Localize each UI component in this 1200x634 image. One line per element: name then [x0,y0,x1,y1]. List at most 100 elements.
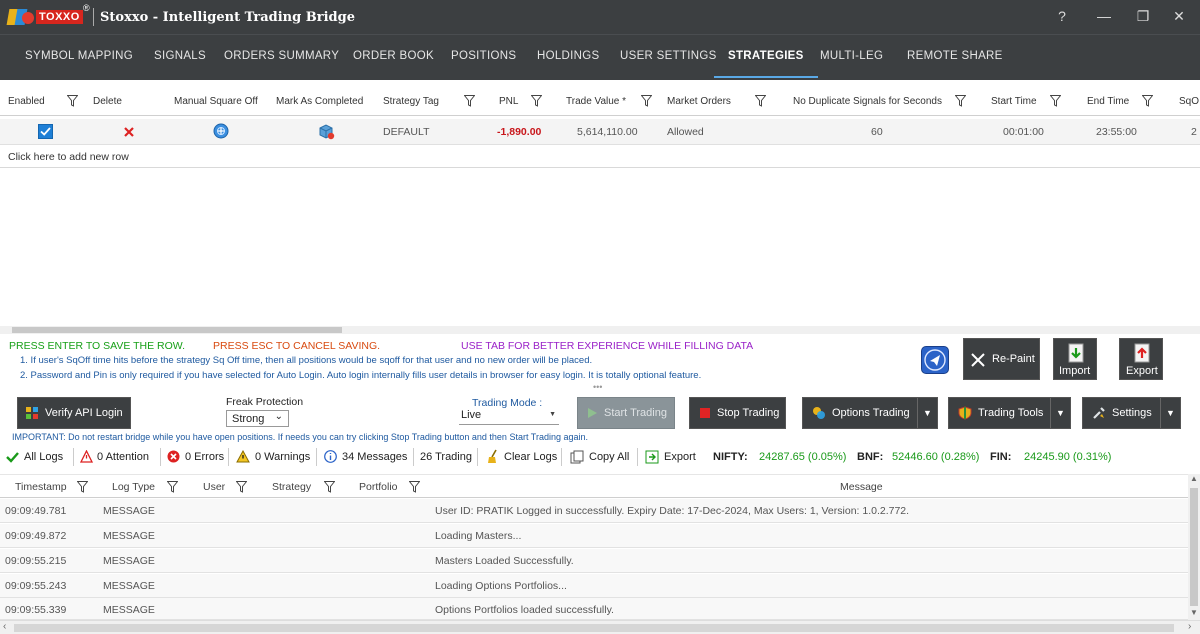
col-start-time[interactable]: Start Time [991,96,1037,107]
filter-icon[interactable] [1050,95,1061,107]
tab-remote-share[interactable]: REMOTE SHARE [907,50,1003,62]
add-new-row[interactable]: Click here to add new row [0,146,1200,168]
dropdown-arrow-icon: ▼ [923,408,932,418]
col-market-orders[interactable]: Market Orders [667,96,731,107]
filter-icon[interactable] [641,95,652,107]
tab-signals[interactable]: SIGNALS [154,50,206,62]
trading-tools-button[interactable]: Trading Tools ▼ [948,397,1071,429]
tab-order-book[interactable]: ORDER BOOK [353,50,434,62]
filter-icon[interactable] [1142,95,1153,107]
filter-icon[interactable] [531,95,542,107]
filter-icon[interactable] [167,481,178,493]
col-mark-as-completed[interactable]: Mark As Completed [276,96,363,107]
scrollbar-thumb[interactable] [14,624,1174,632]
tab-orders-summary[interactable]: ORDERS SUMMARY [224,50,339,62]
trade-value-cell[interactable]: 5,614,110.00 [577,126,638,138]
repaint-button[interactable]: Re-Paint [963,338,1040,380]
add-new-row-label[interactable]: Click here to add new row [8,151,129,163]
filter-icon[interactable] [955,95,966,107]
all-logs-filter[interactable]: All Logs [24,451,63,463]
options-trading-dropdown[interactable]: ▼ [917,398,937,428]
errors-filter[interactable]: 0 Errors [185,451,224,463]
telegram-button[interactable] [921,346,949,374]
filter-icon[interactable] [324,481,335,493]
sqoff-partial-cell[interactable]: 2 [1191,126,1197,138]
col-delete[interactable]: Delete [93,96,122,107]
start-trading-button[interactable]: Start Trading [577,397,675,429]
col-pnl[interactable]: PNL [499,96,518,107]
col-no-duplicate-signals[interactable]: No Duplicate Signals for Seconds [793,96,942,107]
manual-square-off-icon[interactable] [213,123,229,139]
tab-user-settings[interactable]: USER SETTINGS [620,50,717,62]
mark-completed-icon[interactable] [318,123,335,140]
col-sqoff-partial[interactable]: SqO [1179,96,1199,107]
options-trading-button[interactable]: Options Trading ▼ [802,397,938,429]
stop-trading-button[interactable]: Stop Trading [689,397,786,429]
export-log-button[interactable]: Export [664,451,696,463]
freak-protection-select[interactable]: Strong ⌄ [226,410,289,427]
filter-icon[interactable] [755,95,766,107]
col-log-type[interactable]: Log Type [112,481,155,493]
tab-holdings[interactable]: HOLDINGS [537,50,599,62]
log-row[interactable]: 09:09:49.781 MESSAGE User ID: PRATIK Log… [0,499,1188,523]
log-horizontal-scrollbar[interactable]: ‹ › [0,620,1200,634]
scroll-left-icon[interactable]: ‹ [3,621,6,632]
col-trade-value[interactable]: Trade Value * [566,96,626,107]
splitter-grip[interactable]: ••• [593,382,602,392]
delete-icon[interactable] [123,126,135,138]
messages-filter[interactable]: 34 Messages [342,451,407,463]
minimize-button[interactable]: — [1093,6,1115,26]
enabled-checkbox[interactable] [38,124,53,139]
import-button[interactable]: Import [1053,338,1097,380]
filter-icon[interactable] [77,481,88,493]
market-orders-cell[interactable]: Allowed [667,126,704,138]
verify-api-login-button[interactable]: Verify API Login [17,397,131,429]
log-row[interactable]: 09:09:49.872 MESSAGE Loading Masters... [0,524,1188,548]
scrollbar-thumb[interactable] [12,327,342,333]
export-button[interactable]: Export [1119,338,1163,380]
scroll-right-icon[interactable]: › [1188,621,1191,632]
grid-horizontal-scrollbar[interactable] [0,326,1200,334]
filter-icon[interactable] [236,481,247,493]
col-enabled[interactable]: Enabled [8,96,45,107]
filter-icon[interactable] [409,481,420,493]
scroll-down-icon[interactable]: ▼ [1190,608,1198,617]
clear-logs-button[interactable]: Clear Logs [504,451,557,463]
tab-strategies[interactable]: STRATEGIES [714,50,818,78]
strategy-tag-cell[interactable]: DEFAULT [383,126,429,138]
trading-tools-dropdown[interactable]: ▼ [1050,398,1070,428]
warnings-filter[interactable]: 0 Warnings [255,451,310,463]
copy-all-button[interactable]: Copy All [589,451,629,463]
settings-dropdown[interactable]: ▼ [1160,398,1180,428]
filter-icon[interactable] [67,95,78,107]
tab-multi-leg[interactable]: MULTI-LEG [820,50,883,62]
tab-symbol-mapping[interactable]: SYMBOL MAPPING [25,50,133,62]
scroll-up-icon[interactable]: ▲ [1190,474,1198,483]
trading-filter[interactable]: 26 Trading [420,451,472,463]
end-time-cell[interactable]: 23:55:00 [1096,126,1137,138]
log-vertical-scrollbar[interactable]: ▲ ▼ [1188,474,1200,620]
scrollbar-thumb[interactable] [1190,488,1198,606]
col-end-time[interactable]: End Time [1087,96,1129,107]
table-row[interactable]: DEFAULT -1,890.00 5,614,110.00 Allowed 6… [0,119,1200,145]
col-manual-square-off[interactable]: Manual Square Off [174,96,258,107]
trading-mode-select[interactable]: Live ▼ [459,407,559,425]
attention-filter[interactable]: 0 Attention [97,451,149,463]
start-time-cell[interactable]: 00:01:00 [1003,126,1044,138]
col-user[interactable]: User [203,481,225,493]
col-strategy[interactable]: Strategy [272,481,311,493]
col-portfolio[interactable]: Portfolio [359,481,398,493]
log-row[interactable]: 09:09:55.243 MESSAGE Loading Options Por… [0,574,1188,598]
filter-icon[interactable] [464,95,475,107]
no-dup-seconds-cell[interactable]: 60 [871,126,883,138]
log-row[interactable]: 09:09:55.339 MESSAGE Options Portfolios … [0,598,1188,620]
settings-button[interactable]: Settings ▼ [1082,397,1181,429]
help-button[interactable]: ? [1051,6,1073,26]
col-timestamp[interactable]: Timestamp [15,481,67,493]
col-strategy-tag[interactable]: Strategy Tag [383,96,439,107]
col-message[interactable]: Message [840,481,883,493]
log-row[interactable]: 09:09:55.215 MESSAGE Masters Loaded Succ… [0,549,1188,573]
tab-positions[interactable]: POSITIONS [451,50,516,62]
maximize-button[interactable]: ❐ [1132,6,1154,26]
close-button[interactable]: ✕ [1168,6,1190,26]
